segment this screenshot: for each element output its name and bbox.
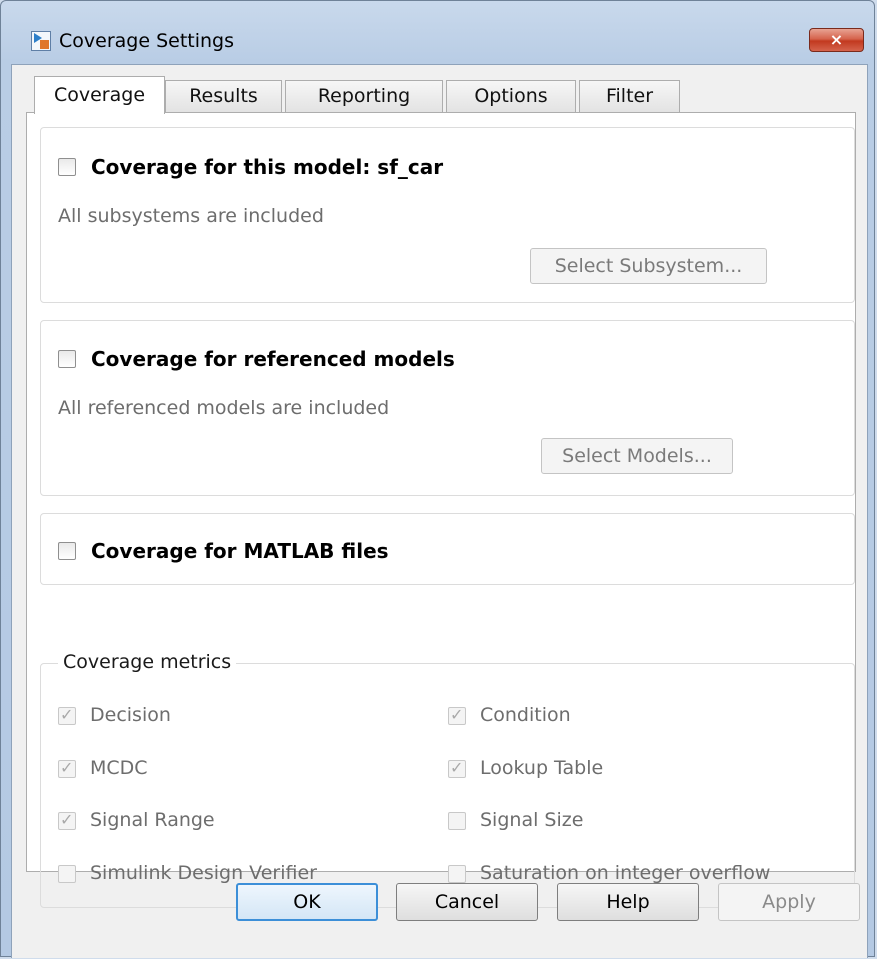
referenced-models-label: Coverage for referenced models <box>91 347 455 371</box>
check-icon: ✓ <box>450 705 464 724</box>
simulink-app-icon <box>31 31 51 51</box>
apply-button[interactable]: Apply <box>718 883 860 921</box>
condition-label: Condition <box>480 704 571 726</box>
select-models-button[interactable]: Select Models... <box>541 438 733 474</box>
coverage-metrics-title: Coverage metrics <box>58 651 237 673</box>
model-coverage-group: Coverage for this model: sf_car All subs… <box>40 127 855 303</box>
tab-results[interactable]: Results <box>165 80 282 112</box>
dialog-window: Coverage Settings × Coverage Results Rep… <box>0 0 875 958</box>
tab-coverage[interactable]: Coverage <box>34 76 165 114</box>
lookup-table-label: Lookup Table <box>480 757 604 779</box>
window-title: Coverage Settings <box>59 30 234 52</box>
saturation-overflow-label: Saturation on integer overflow <box>480 862 771 884</box>
check-icon: ✓ <box>60 705 74 724</box>
check-icon: ✓ <box>450 758 464 777</box>
subsystems-status: All subsystems are included <box>58 205 324 227</box>
signal-range-label: Signal Range <box>90 809 215 831</box>
model-coverage-checkbox[interactable] <box>58 158 76 176</box>
check-icon: ✓ <box>60 758 74 777</box>
tab-filter[interactable]: Filter <box>579 80 680 112</box>
check-icon: ✓ <box>60 810 74 829</box>
coverage-tab-panel: Coverage for this model: sf_car All subs… <box>26 112 856 908</box>
matlab-files-label: Coverage for MATLAB files <box>91 539 389 563</box>
select-subsystem-button[interactable]: Select Subsystem... <box>530 248 767 284</box>
dialog-body: Coverage Results Reporting Options Filte… <box>11 64 868 958</box>
signal-range-checkbox[interactable]: ✓ <box>58 810 76 830</box>
matlab-files-checkbox[interactable] <box>58 542 76 560</box>
model-coverage-label: Coverage for this model: sf_car <box>91 155 444 179</box>
design-verifier-label: Simulink Design Verifier <box>90 862 317 884</box>
cancel-button[interactable]: Cancel <box>396 883 538 921</box>
referenced-models-checkbox[interactable] <box>58 350 76 368</box>
condition-checkbox[interactable]: ✓ <box>448 705 466 725</box>
help-button[interactable]: Help <box>557 883 699 921</box>
signal-size-checkbox[interactable] <box>448 812 466 830</box>
tab-reporting[interactable]: Reporting <box>285 80 443 112</box>
coverage-metrics-group: Coverage metrics ✓ Decision ✓ Condition … <box>40 651 855 908</box>
title-bar[interactable]: Coverage Settings × <box>1 1 874 52</box>
close-button[interactable]: × <box>809 28 864 52</box>
ok-button[interactable]: OK <box>236 883 378 921</box>
design-verifier-checkbox[interactable] <box>58 865 76 883</box>
tab-options[interactable]: Options <box>446 80 576 112</box>
matlab-files-group: Coverage for MATLAB files <box>40 513 855 585</box>
decision-label: Decision <box>90 704 171 726</box>
saturation-overflow-checkbox[interactable] <box>448 865 466 883</box>
close-icon: × <box>829 30 844 49</box>
referenced-models-group: Coverage for referenced models All refer… <box>40 320 855 496</box>
signal-size-label: Signal Size <box>480 809 584 831</box>
decision-checkbox[interactable]: ✓ <box>58 705 76 725</box>
referenced-models-status: All referenced models are included <box>58 397 390 419</box>
mcdc-checkbox[interactable]: ✓ <box>58 758 76 778</box>
lookup-table-checkbox[interactable]: ✓ <box>448 758 466 778</box>
mcdc-label: MCDC <box>90 757 148 779</box>
